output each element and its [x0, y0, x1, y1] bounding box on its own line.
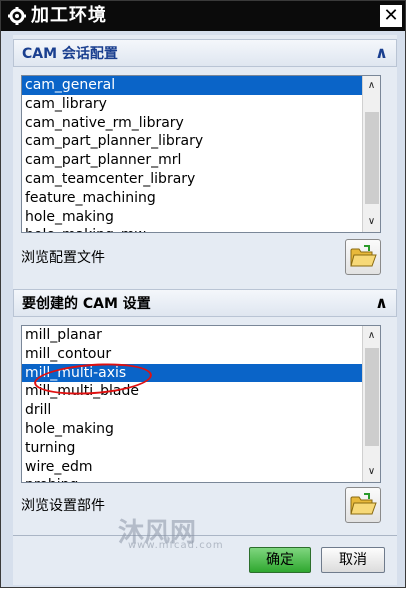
browse-setup-label: 浏览设置部件 [21, 498, 105, 514]
session-list-scrollbar[interactable]: ∧ ∨ [362, 76, 380, 232]
list-item[interactable]: cam_part_planner_library [22, 132, 362, 151]
browse-config-button[interactable] [345, 239, 381, 275]
cam-setup-header[interactable]: 要创建的 CAM 设置 ∧ [13, 289, 397, 317]
scroll-down-icon[interactable]: ∨ [363, 214, 380, 230]
cancel-button[interactable]: 取消 [321, 547, 385, 573]
list-item[interactable]: hole_making [22, 420, 362, 439]
list-item[interactable]: hole_making [22, 208, 362, 227]
chevron-up-icon[interactable]: ∧ [375, 293, 388, 313]
scroll-up-icon[interactable]: ∧ [363, 78, 380, 94]
browse-config-label: 浏览配置文件 [21, 250, 105, 266]
list-item[interactable]: drill [22, 401, 362, 420]
dialog-footer: 确定 取消 [13, 547, 397, 577]
close-icon[interactable]: ✕ [380, 5, 402, 27]
session-config-title: CAM 会话配置 [22, 46, 118, 62]
dialog-title: 加工环境 [31, 5, 107, 26]
list-item[interactable]: cam_general [22, 76, 362, 95]
scroll-down-icon[interactable]: ∨ [363, 464, 380, 480]
ok-button[interactable]: 确定 [249, 547, 311, 573]
watermark-url: www.mfcad.com [128, 540, 224, 551]
list-item[interactable]: hole_making_mw [22, 226, 362, 232]
list-item[interactable]: cam_native_rm_library [22, 114, 362, 133]
browse-setup-row: 浏览设置部件 [21, 487, 381, 525]
footer-divider [13, 535, 397, 536]
machining-environment-dialog: 加工环境 ✕ CAM 会话配置 ∧ cam_general cam_librar… [0, 0, 406, 588]
list-item[interactable]: mill_planar [22, 326, 362, 345]
scroll-up-icon[interactable]: ∧ [363, 328, 380, 344]
setup-list-scrollbar[interactable]: ∧ ∨ [362, 326, 380, 482]
session-config-header[interactable]: CAM 会话配置 ∧ [13, 39, 397, 67]
browse-config-row: 浏览配置文件 [21, 239, 381, 277]
list-item[interactable]: turning [22, 439, 362, 458]
list-item[interactable]: cam_part_planner_mrl [22, 151, 362, 170]
session-config-items: cam_general cam_library cam_native_rm_li… [22, 76, 362, 232]
scrollbar-thumb[interactable] [365, 112, 379, 204]
list-item[interactable]: wire_edm [22, 458, 362, 477]
scrollbar-thumb[interactable] [365, 348, 379, 446]
list-item[interactable]: cam_library [22, 95, 362, 114]
list-item[interactable]: feature_machining [22, 189, 362, 208]
list-item[interactable]: probing [22, 476, 362, 482]
chevron-up-icon[interactable]: ∧ [375, 43, 388, 63]
open-folder-icon [350, 493, 377, 515]
dialog-body: CAM 会话配置 ∧ cam_general cam_library cam_n… [13, 35, 397, 585]
title-bar: 加工环境 ✕ [1, 1, 405, 31]
cam-setup-list[interactable]: mill_planar mill_contour mill_multi-axis… [21, 325, 381, 483]
list-item[interactable]: cam_teamcenter_library [22, 170, 362, 189]
browse-setup-button[interactable] [345, 487, 381, 523]
list-item[interactable]: mill_contour [22, 345, 362, 364]
cam-setup-title: 要创建的 CAM 设置 [22, 296, 151, 312]
open-folder-icon [350, 245, 377, 267]
session-config-list[interactable]: cam_general cam_library cam_native_rm_li… [21, 75, 381, 233]
cam-setup-items: mill_planar mill_contour mill_multi-axis… [22, 326, 362, 482]
gear-icon[interactable] [7, 6, 27, 26]
